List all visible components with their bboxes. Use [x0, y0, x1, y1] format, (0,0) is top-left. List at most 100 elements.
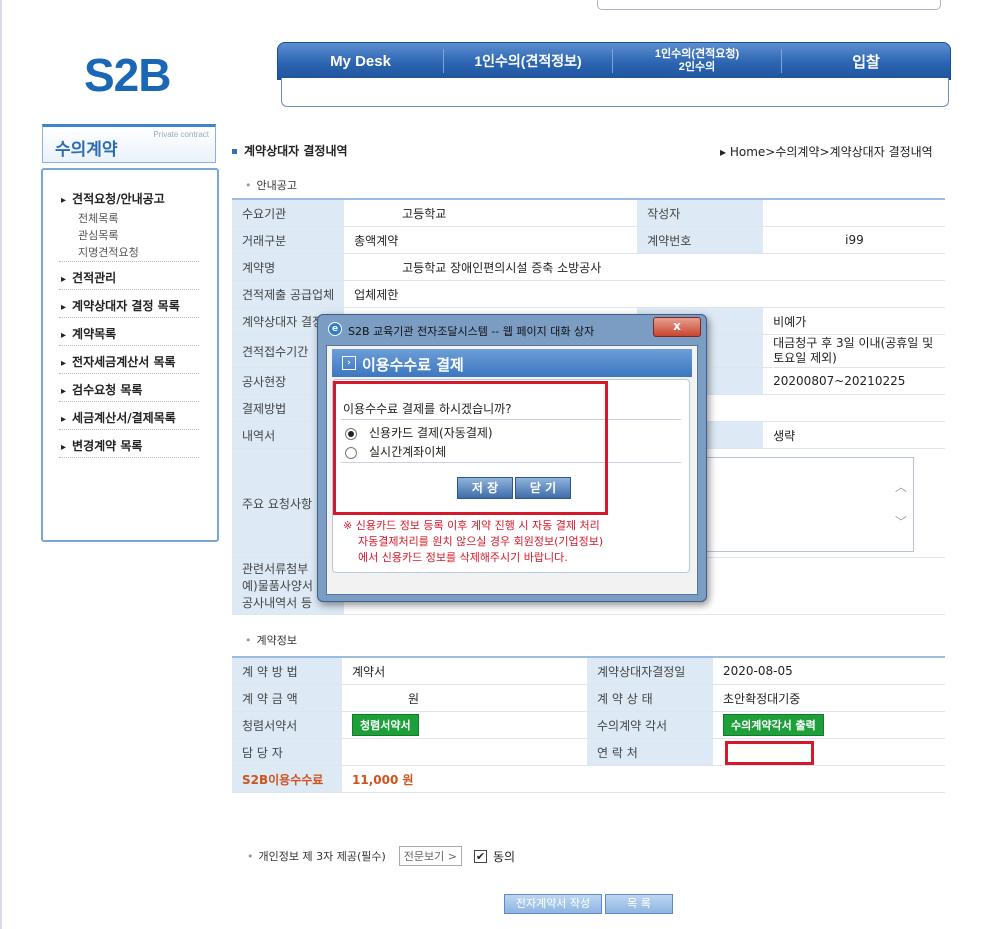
statement-value: 생략 — [763, 421, 945, 449]
nav-quote-request[interactable]: 1인수의(견적요청) 2인수의 — [613, 43, 781, 79]
table-row: 청렴서약서 청렴서약서 수의계약 각서 수의계약각서 출력 — [232, 711, 945, 739]
sidebar-divider — [59, 373, 199, 374]
fee-value: 11,000 원 — [342, 765, 945, 793]
payment-term-value: 대금청구 후 3일 이내(공휴일 및 토요일 제외) — [763, 334, 945, 368]
writer-value — [763, 200, 945, 227]
each-label: 수의계약 각서 — [587, 711, 713, 739]
method-label: 계 약 방 법 — [232, 658, 342, 685]
pledge-cell: 청렴서약서 — [342, 711, 587, 739]
sidebar-divider — [59, 401, 199, 402]
nav-quote-request-label: 1인수의(견적요청) — [654, 48, 740, 60]
view-full-button[interactable]: 전문보기 > — [398, 846, 462, 866]
table-row: 계 약 금 액 원 계 약 상 태 초안확정대기중 — [232, 684, 945, 712]
decision-date-label: 계약상대자결정일 — [587, 658, 713, 685]
contract-no-value: i99 — [763, 226, 945, 254]
contract-name-value: 고등학교 장애인편의시설 증축 소방공사 — [344, 253, 945, 281]
sidebar-item-change-contract[interactable]: 변경계약 목록 — [61, 437, 142, 454]
contract-name-label: 계약명 — [232, 253, 345, 281]
trade-type-label: 거래구분 — [232, 226, 345, 254]
request-textarea[interactable]: ︿ ﹀ — [700, 457, 914, 552]
amount-label: 계 약 금 액 — [232, 684, 342, 712]
fee-label: S2B이용수수료 — [232, 765, 342, 793]
dialog-notice-line2: 자동결제처리를 원치 않으실 경우 회원정보(기업정보) — [358, 535, 604, 548]
nav-my-desk[interactable]: My Desk — [278, 43, 443, 79]
table-row: 수요기관 고등학교 작성자 — [232, 200, 945, 227]
writer-label: 작성자 — [637, 200, 764, 227]
table-row: 견적제출 공급업체 업체제한 — [232, 280, 945, 308]
trade-type-value: 총액계약 — [344, 226, 638, 254]
ie-icon: e — [328, 322, 342, 336]
nav-two-person-label: 2인수의 — [678, 61, 716, 73]
table-row: S2B이용수수료 11,000 원 — [232, 765, 945, 793]
window-edge — [0, 0, 2, 929]
status-value: 초안확정대기중 — [713, 684, 945, 712]
site-period-value: 20200807~20210225 — [763, 367, 945, 395]
amount-value: 원 — [342, 684, 587, 712]
dialog-notice-line1: ※ 신용카드 정보 등록 이후 계약 진행 시 자동 결제 처리 — [343, 519, 600, 532]
sidebar-item-decision-list[interactable]: 계약상대자 결정 목록 — [61, 297, 180, 314]
supplier-label: 견적제출 공급업체 — [232, 280, 345, 308]
s2b-logo[interactable]: S2B — [84, 48, 171, 102]
scroll-up-icon[interactable]: ︿ — [895, 478, 907, 495]
each-cell: 수의계약각서 출력 — [713, 711, 945, 739]
payment-highlight-box — [333, 381, 608, 515]
pledge-label: 청렴서약서 — [232, 711, 342, 739]
breadcrumb: ▸ Home>수의계약>계약상대자 결정내역 — [720, 145, 933, 159]
top-nav: My Desk 1인수의(견적정보) 1인수의(견적요청) 2인수의 입찰 — [277, 42, 951, 80]
consent-label: 개인정보 제 3자 제공(필수) — [247, 848, 386, 864]
sidebar-sub-all[interactable]: 전체목록 — [78, 210, 118, 226]
table-row: 계약명 고등학교 장애인편의시설 증축 소방공사 — [232, 253, 945, 281]
sidebar-item-contract-list[interactable]: 계약목록 — [61, 325, 116, 342]
manager-value — [342, 738, 587, 766]
sidebar-item-quote-manage[interactable]: 견적관리 — [61, 269, 116, 286]
status-label: 계 약 상 태 — [587, 684, 713, 712]
agree-label: 동의 — [492, 849, 516, 864]
sidebar-divider — [59, 457, 199, 458]
dialog-heading: 이용수수료 결제 — [362, 356, 464, 374]
contact-highlight-box — [725, 741, 814, 765]
supplier-value: 업체제한 — [344, 280, 945, 308]
dialog-close-icon[interactable]: x — [653, 317, 701, 337]
contract-table: 계 약 방 법 계약서 계약상대자결정일 2020-08-05 계 약 금 액 … — [232, 658, 945, 793]
scroll-down-icon[interactable]: ﹀ — [895, 513, 907, 530]
sidebar-sub-interest[interactable]: 관심목록 — [78, 227, 118, 243]
page-title: 계약상대자 결정내역 — [232, 142, 348, 159]
section-contract: 계약정보 — [245, 632, 297, 648]
dialog-titlebar[interactable]: e S2B 교육기관 전자조달시스템 -- 웹 페이지 대화 상자 x — [318, 315, 706, 343]
nav-bid[interactable]: 입찰 — [782, 43, 950, 79]
sidebar-divider — [59, 261, 199, 262]
table-row: 거래구분 총액계약 계약번호 i99 — [232, 226, 945, 254]
nav-single-quote-info[interactable]: 1인수의(견적정보) — [444, 43, 612, 79]
dialog-notice: ※ 신용카드 정보 등록 이후 계약 진행 시 자동 결제 처리 자동결제처리를… — [343, 518, 603, 566]
method-value: 계약서 — [342, 658, 587, 685]
sidebar-sub-designated[interactable]: 지명견적요청 — [78, 244, 139, 260]
sidebar-item-tax-payment[interactable]: 세금계산서/결제목록 — [61, 409, 176, 426]
sidebar-divider — [59, 289, 199, 290]
sidebar-item-quote-request[interactable]: 견적요청/안내공고 — [61, 190, 165, 207]
breadcrumb-text[interactable]: Home>수의계약>계약상대자 결정내역 — [730, 145, 933, 159]
agree-checkbox[interactable]: ✔ — [473, 849, 487, 863]
dialog-window-title: S2B 교육기관 전자조달시스템 -- 웹 페이지 대화 상자 — [348, 325, 595, 338]
table-row: 계 약 방 법 계약서 계약상대자결정일 2020-08-05 — [232, 658, 945, 685]
consent-row: 개인정보 제 3자 제공(필수) 전문보기 > ✔ 동의 — [247, 846, 515, 866]
pledge-button[interactable]: 청렴서약서 — [352, 714, 419, 736]
write-contract-button[interactable]: 전자계약서 작성 — [504, 894, 602, 914]
contact-label: 연 락 처 — [587, 738, 713, 766]
sidebar-subtitle: Private contract — [153, 130, 209, 139]
manager-label: 담 당 자 — [232, 738, 342, 766]
top-search-box — [597, 0, 941, 10]
list-button[interactable]: 목 록 — [605, 894, 673, 914]
sidebar-divider — [59, 317, 199, 318]
demand-org-label: 수요기관 — [232, 200, 345, 227]
demand-org-value: 고등학교 — [344, 200, 638, 227]
section-notice: 안내공고 — [245, 177, 297, 193]
each-print-button[interactable]: 수의계약각서 출력 — [723, 714, 824, 736]
contract-no-label: 계약번호 — [637, 226, 764, 254]
chevron-right-icon: › — [342, 356, 356, 370]
dialog-heading-bar: › 이용수수료 결제 — [332, 349, 692, 377]
sidebar-title: 수의계약 — [55, 140, 118, 160]
sidebar-item-e-tax-invoice[interactable]: 전자세금계산서 목록 — [61, 353, 176, 370]
sidebar-item-inspection[interactable]: 검수요청 목록 — [61, 381, 142, 398]
table-row: 담 당 자 연 락 처 — [232, 738, 945, 766]
sidebar-divider — [59, 345, 199, 346]
